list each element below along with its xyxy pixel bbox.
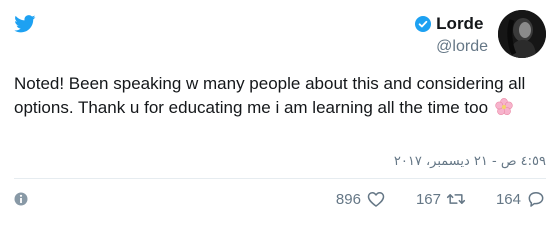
user-name-block: Lorde @lorde xyxy=(415,14,488,56)
like-count: 896 xyxy=(335,190,361,208)
reply-action[interactable]: 164 xyxy=(496,189,546,209)
user-handle[interactable]: @lorde xyxy=(436,38,488,56)
reply-icon xyxy=(528,192,544,207)
retweet-action[interactable]: 167 xyxy=(416,189,466,209)
avatar-image xyxy=(498,10,546,58)
heart-icon xyxy=(367,192,385,207)
embedded-tweet-card: Lorde @lorde Noted! Been speaking w many… xyxy=(0,0,560,242)
twitter-bird-icon[interactable] xyxy=(14,15,36,33)
cherry-blossom-icon xyxy=(495,98,513,116)
tweet-actions: 896 167 164 xyxy=(306,189,546,209)
like-action[interactable]: 896 xyxy=(336,189,386,209)
divider xyxy=(14,178,546,179)
verified-badge-icon xyxy=(415,16,432,32)
avatar[interactable] xyxy=(498,10,546,58)
tweet-body: Noted! Been speaking w many people about… xyxy=(14,74,526,117)
retweet-icon xyxy=(446,194,466,204)
reply-count: 164 xyxy=(495,190,521,208)
tweet-text: Noted! Been speaking w many people about… xyxy=(14,72,544,120)
info-icon[interactable] xyxy=(14,192,28,206)
tweet-timestamp[interactable]: ٤:٥٩ ص - ٢١ ديسمبر، ٢٠١٧ xyxy=(394,154,546,169)
tweet-header: Lorde @lorde xyxy=(415,10,546,58)
display-name-row: Lorde xyxy=(415,14,483,34)
display-name[interactable]: Lorde xyxy=(436,14,483,34)
retweet-count: 167 xyxy=(415,190,441,208)
